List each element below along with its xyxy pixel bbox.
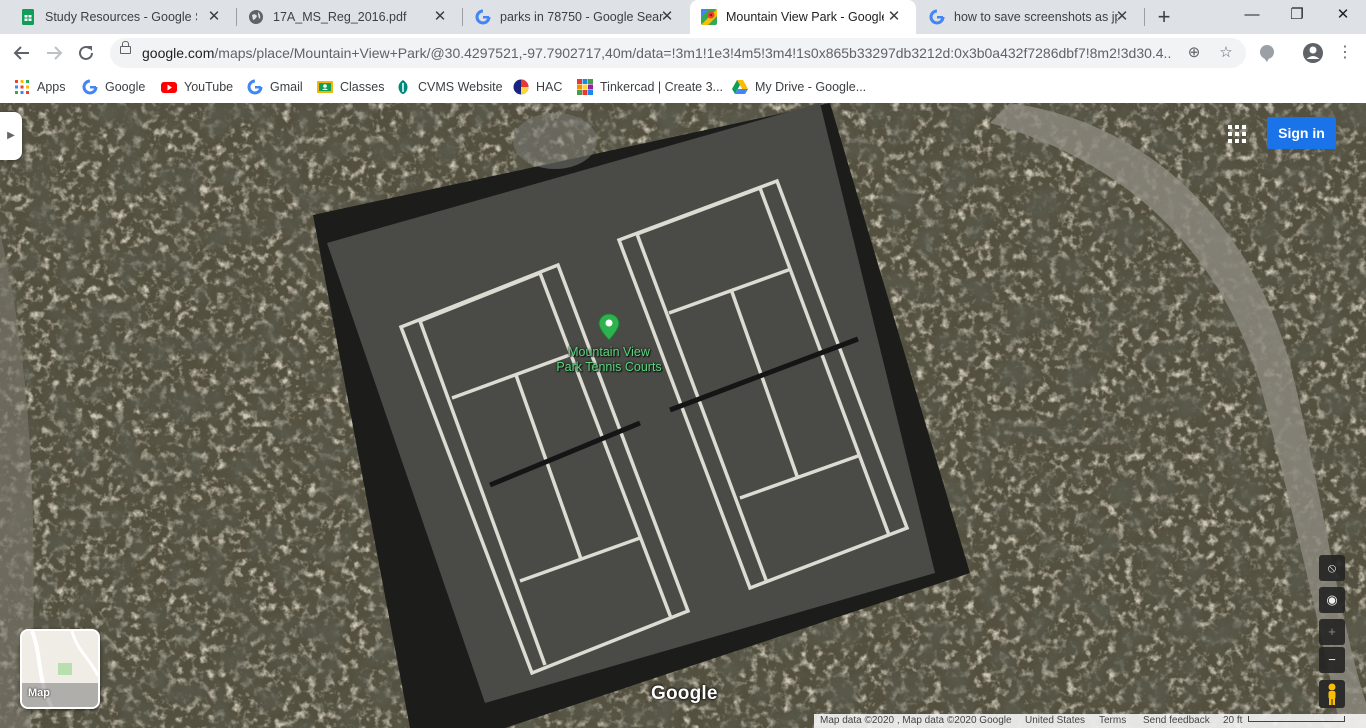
scale-label[interactable]: 20 ft bbox=[1223, 714, 1242, 728]
cvms-icon bbox=[395, 79, 411, 95]
google-g-icon bbox=[82, 79, 98, 95]
google-g-icon bbox=[929, 9, 945, 25]
close-tab-icon[interactable]: ✕ bbox=[1114, 9, 1130, 25]
bookmark-cvms-website[interactable]: CVMS Website bbox=[395, 77, 503, 97]
collapse-side-panel-button[interactable]: ▶ bbox=[0, 112, 22, 160]
tab-strip: Study Resources - Google Sheets ✕ 17A_MS… bbox=[0, 0, 1366, 34]
bookmarks-bar: Apps Google YouTube Gmail Classes CVMS W… bbox=[0, 72, 1366, 104]
maps-icon bbox=[701, 9, 717, 25]
tab-title: how to save screenshots as jpg bbox=[954, 10, 1118, 24]
tab-title: 17A_MS_Reg_2016.pdf bbox=[273, 10, 407, 24]
map-layer-toggle[interactable]: Map bbox=[20, 629, 100, 709]
extension-icon[interactable] bbox=[1256, 42, 1278, 64]
drive-icon bbox=[732, 79, 748, 95]
globe-icon bbox=[248, 9, 264, 25]
tab-title: Study Resources - Google Sheets bbox=[45, 10, 197, 24]
hac-icon bbox=[513, 79, 529, 95]
poi-label-line1: Mountain View bbox=[568, 345, 650, 359]
profile-avatar-icon[interactable] bbox=[1302, 42, 1324, 64]
forward-arrow-icon[interactable] bbox=[42, 41, 66, 65]
poi-label[interactable]: Mountain View Park Tennis Courts bbox=[540, 345, 678, 374]
bookmark-google[interactable]: Google bbox=[82, 77, 145, 97]
url-text[interactable]: google.com/maps/place/Mountain+View+Park… bbox=[142, 38, 1172, 68]
close-tab-icon[interactable]: ✕ bbox=[432, 9, 448, 25]
country-link[interactable]: United States bbox=[1025, 714, 1085, 728]
apps-grid-icon bbox=[14, 79, 30, 95]
sign-in-button[interactable]: Sign in bbox=[1267, 117, 1336, 149]
add-circle-icon[interactable]: ⊕ bbox=[1185, 44, 1203, 62]
bookmark-tinkercad[interactable]: Tinkercad | Create 3... bbox=[577, 77, 723, 97]
terms-link[interactable]: Terms bbox=[1099, 714, 1126, 728]
bookmark-youtube[interactable]: YouTube bbox=[161, 77, 233, 97]
bookmark-classes[interactable]: Classes bbox=[317, 77, 384, 97]
reload-icon[interactable] bbox=[74, 41, 98, 65]
zoom-out-button[interactable]: − bbox=[1319, 647, 1345, 673]
google-apps-icon[interactable] bbox=[1227, 124, 1247, 144]
map-data-credit: Map data ©2020 , Map data ©2020 Google bbox=[820, 715, 1012, 726]
tab-study-resources[interactable]: Study Resources - Google Sheets ✕ bbox=[0, 0, 236, 34]
tab-screenshots-search[interactable]: how to save screenshots as jpg ✕ bbox=[916, 0, 1144, 34]
youtube-icon bbox=[161, 79, 177, 95]
bookmark-label: Apps bbox=[37, 80, 66, 94]
zoom-in-button[interactable]: + bbox=[1319, 619, 1345, 645]
bookmark-star-icon[interactable]: ☆ bbox=[1217, 44, 1235, 62]
maximize-button[interactable]: ❐ bbox=[1274, 0, 1320, 34]
close-tab-icon[interactable]: ✕ bbox=[886, 9, 902, 25]
lock-icon bbox=[120, 41, 131, 54]
back-arrow-icon[interactable] bbox=[10, 41, 34, 65]
tab-parks-search[interactable]: parks in 78750 - Google Search ✕ bbox=[455, 0, 689, 34]
tinkercad-icon bbox=[577, 79, 593, 95]
compass-icon[interactable]: ⦸ bbox=[1319, 555, 1345, 581]
sheets-icon bbox=[20, 9, 36, 25]
my-location-icon[interactable]: ◉ bbox=[1319, 587, 1345, 613]
minimap-label: Map bbox=[28, 687, 50, 699]
bookmark-label: CVMS Website bbox=[418, 80, 503, 94]
bookmark-label: Classes bbox=[340, 80, 385, 94]
pegman-icon[interactable] bbox=[1319, 680, 1345, 708]
new-tab-button[interactable]: + bbox=[1153, 6, 1175, 28]
bookmark-label: YouTube bbox=[184, 80, 234, 94]
close-tab-icon[interactable]: ✕ bbox=[659, 9, 675, 25]
map-canvas[interactable]: ▶ Sign in Mountain View Park Tennis Cour… bbox=[0, 103, 1366, 728]
kebab-menu-icon[interactable]: ⋮ bbox=[1334, 42, 1356, 64]
google-logo: Google bbox=[651, 683, 718, 704]
close-tab-icon[interactable]: ✕ bbox=[206, 9, 222, 25]
bookmark-label: Tinkercad | Create 3... bbox=[600, 80, 723, 94]
poi-label-line2: Park Tennis Courts bbox=[556, 359, 662, 374]
tab-title: Mountain View Park - Google Maps bbox=[726, 10, 884, 24]
bookmark-label: HAC bbox=[536, 80, 563, 94]
bookmark-hac[interactable]: HAC bbox=[513, 77, 562, 97]
bookmark-apps[interactable]: Apps bbox=[14, 77, 66, 97]
bookmark-label: Google bbox=[105, 80, 146, 94]
map-pin-icon[interactable] bbox=[597, 313, 621, 341]
browser-toolbar: google.com/maps/place/Mountain+View+Park… bbox=[0, 34, 1366, 72]
tab-pdf[interactable]: 17A_MS_Reg_2016.pdf ✕ bbox=[228, 0, 462, 34]
tab-title: parks in 78750 - Google Search bbox=[500, 10, 664, 24]
bookmark-my-drive[interactable]: My Drive - Google... bbox=[732, 77, 866, 97]
classroom-icon bbox=[317, 79, 333, 95]
scale-bar bbox=[1248, 716, 1345, 722]
send-feedback-link[interactable]: Send feedback bbox=[1143, 714, 1210, 728]
close-window-button[interactable]: ✕ bbox=[1320, 0, 1366, 34]
bookmark-label: Gmail bbox=[270, 80, 303, 94]
bookmark-label: My Drive - Google... bbox=[755, 80, 867, 94]
google-g-icon bbox=[247, 79, 263, 95]
satellite-imagery bbox=[0, 103, 1366, 728]
google-g-icon bbox=[475, 9, 491, 25]
bookmark-gmail[interactable]: Gmail bbox=[247, 77, 303, 97]
tab-separator bbox=[1144, 8, 1145, 26]
minimize-button[interactable]: — bbox=[1229, 0, 1275, 34]
tab-mountain-view-park[interactable]: Mountain View Park - Google Maps ✕ bbox=[690, 0, 916, 34]
address-bar[interactable]: google.com/maps/place/Mountain+View+Park… bbox=[110, 38, 1246, 68]
